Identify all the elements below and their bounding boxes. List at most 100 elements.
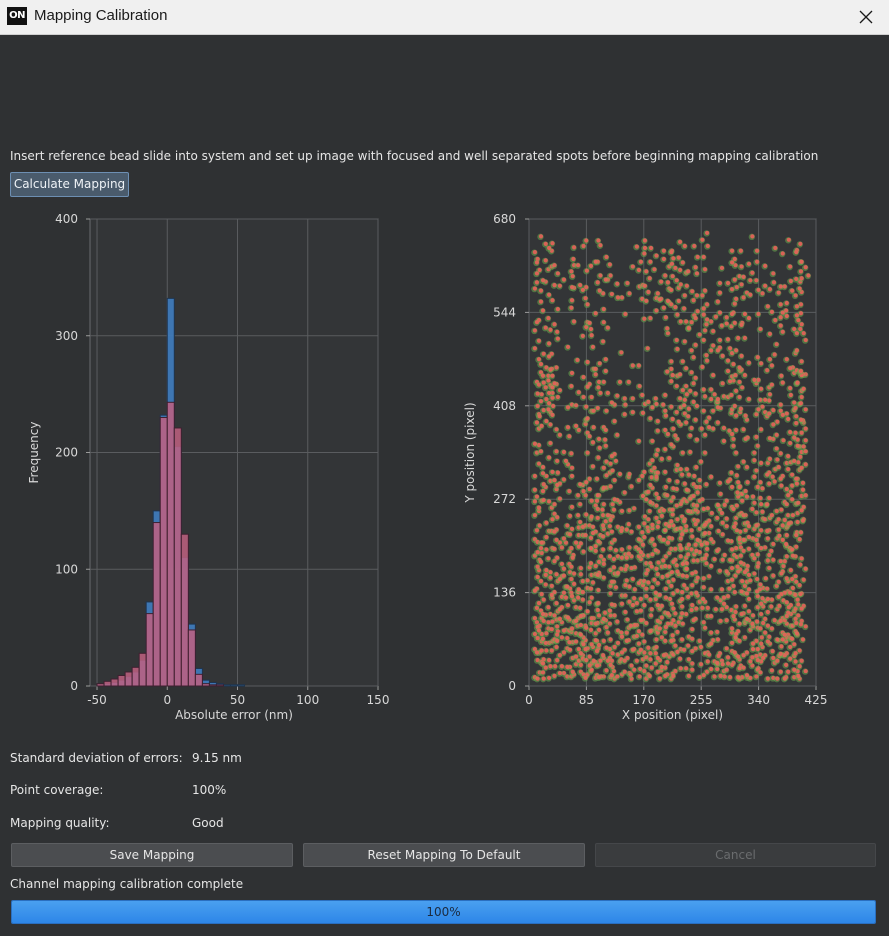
scatter-point — [654, 253, 659, 258]
scatter-point — [535, 564, 540, 569]
scatter-point — [746, 360, 752, 365]
scatter-point — [767, 495, 772, 501]
scatter-point — [771, 280, 777, 285]
scatter-point — [543, 325, 548, 330]
reset-mapping-button[interactable]: Reset Mapping To Default — [303, 843, 585, 867]
scatter-point — [724, 618, 729, 623]
scatter-point — [540, 373, 546, 378]
scatter-point — [734, 473, 739, 478]
scatter-point — [705, 243, 710, 249]
scatter-point — [581, 642, 586, 647]
scatter-point — [688, 449, 693, 455]
scatter-point — [655, 418, 660, 424]
scatter-point — [593, 259, 598, 264]
scatter-point — [765, 676, 770, 681]
scatter-point — [756, 287, 761, 293]
scatter-point — [550, 373, 555, 378]
scatter-point — [680, 590, 685, 595]
scatter-point — [741, 295, 746, 300]
scatter-point — [731, 614, 736, 619]
scatter-point — [799, 359, 804, 364]
scatter-point — [699, 426, 704, 431]
scatter-point — [675, 629, 680, 635]
scatter-point — [576, 513, 581, 518]
scatter-point — [765, 502, 770, 507]
scatter-point — [694, 465, 699, 470]
close-button[interactable] — [843, 0, 889, 34]
scatter-point — [717, 480, 723, 486]
scatter-point — [661, 508, 666, 513]
scatter-point — [754, 468, 759, 473]
scatter-point — [609, 454, 614, 459]
scatter-point — [680, 472, 685, 477]
scatter-point — [661, 558, 666, 563]
scatter-point — [569, 564, 574, 569]
scatter-point — [773, 318, 778, 323]
scatter-point — [701, 585, 706, 590]
scatter-point — [642, 316, 647, 321]
calculate-mapping-button[interactable]: Calculate Mapping — [10, 172, 129, 197]
cancel-button[interactable]: Cancel — [595, 843, 876, 867]
scatter-point — [792, 642, 797, 647]
scatter-point — [569, 305, 574, 310]
scatter-point — [644, 663, 649, 668]
scatter-point — [754, 434, 759, 439]
scatter-point — [595, 607, 600, 613]
scatter-point — [604, 668, 609, 673]
scatter-point — [634, 658, 639, 663]
scatter-point — [709, 524, 714, 529]
scatter-point — [626, 379, 631, 385]
scatter-point — [735, 564, 740, 569]
scatter-point — [588, 326, 594, 332]
scatter-point — [555, 482, 560, 488]
scatter-point — [709, 641, 714, 646]
scatter-point — [661, 402, 666, 407]
scatter-point — [536, 628, 542, 633]
scatter-point — [724, 315, 729, 320]
scatter-point — [697, 332, 702, 337]
scatter-point — [788, 656, 793, 661]
scatter-point — [612, 644, 617, 650]
scatter-point — [731, 443, 736, 448]
scatter-point — [596, 385, 601, 390]
scatter-point — [759, 611, 764, 617]
scatter-point — [684, 566, 689, 571]
scatter-point — [535, 636, 540, 641]
scatter-point — [567, 489, 572, 494]
scatter-point — [704, 482, 709, 487]
scatter-point — [677, 372, 683, 377]
scatter-point — [575, 357, 580, 363]
scatter-point — [671, 577, 676, 582]
scatter-point — [652, 267, 657, 272]
scatter-point — [569, 383, 574, 389]
scatter-point — [544, 648, 549, 653]
scatter-point — [615, 432, 620, 437]
save-mapping-button[interactable]: Save Mapping — [11, 843, 293, 867]
scatter-point — [732, 277, 737, 282]
scatter-point — [799, 658, 804, 663]
scatter-point — [540, 670, 546, 675]
scatter-point — [707, 652, 712, 657]
scatter-point — [737, 484, 742, 490]
scatter-point — [671, 426, 676, 431]
scatter-point — [655, 669, 660, 674]
scatter-point — [544, 568, 549, 573]
scatter-point — [760, 486, 765, 491]
scatter-point — [676, 298, 681, 304]
scatter-point — [702, 267, 708, 272]
scatter-point — [771, 541, 776, 547]
scatter-point — [593, 548, 598, 553]
scatter-point — [794, 476, 799, 481]
scatter-point — [675, 517, 680, 522]
scatter-point — [790, 513, 795, 518]
scatter-point — [697, 638, 702, 643]
scatter-point — [689, 370, 694, 375]
scatter-point — [628, 672, 633, 677]
scatter-point — [771, 408, 776, 413]
scatter-point — [623, 583, 628, 588]
scatter-point — [682, 481, 687, 486]
scatter-point — [722, 552, 727, 558]
scatter-point — [738, 248, 743, 253]
scatter-point — [663, 273, 668, 278]
scatter-point — [705, 317, 710, 322]
